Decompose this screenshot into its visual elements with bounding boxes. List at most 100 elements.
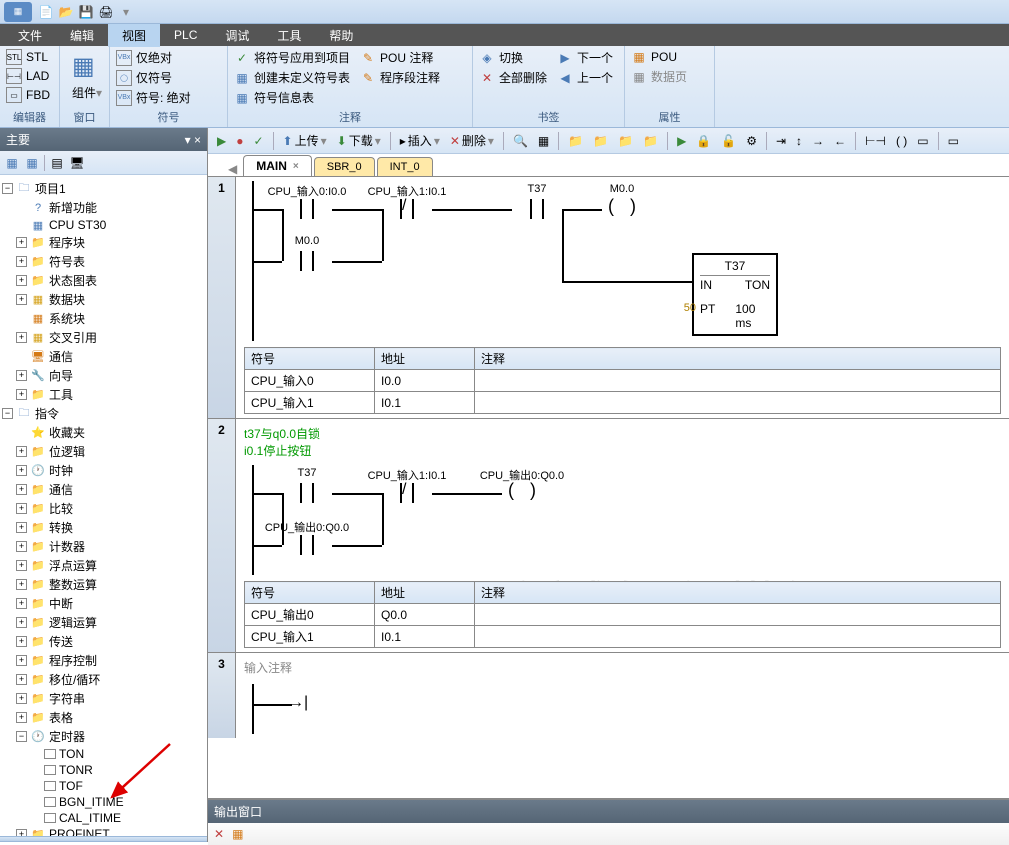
tree-item[interactable]: +🕐时钟 xyxy=(2,461,205,480)
ribbon-sym-abs[interactable]: VBx符号: 绝对 xyxy=(114,88,193,107)
et-icon-16[interactable]: ↕ xyxy=(793,132,805,150)
ribbon-prop-pou[interactable]: ▦POU xyxy=(629,48,689,66)
et-icon-8[interactable]: 📁 xyxy=(590,132,611,150)
tree-item[interactable]: +📁通信 xyxy=(2,480,205,499)
ribbon-abs-only[interactable]: VBx仅绝对 xyxy=(114,48,193,67)
et-download-button[interactable]: ⬇下载 ▾ xyxy=(334,130,384,151)
et-icon-7[interactable]: 📁 xyxy=(565,132,586,150)
tab-scroll-left-icon[interactable]: ◀ xyxy=(228,162,237,176)
tree-item[interactable]: +📁中断 xyxy=(2,594,205,613)
et-icon-6[interactable]: ▦ xyxy=(535,132,552,150)
et-icon-19[interactable]: ▭ xyxy=(945,132,962,150)
menu-view[interactable]: 视图 xyxy=(108,24,160,47)
output-clear-icon[interactable]: ✕ xyxy=(214,827,224,841)
et-icon-11[interactable]: ▶ xyxy=(674,132,689,150)
net3-comment-placeholder[interactable]: 输入注释 xyxy=(244,657,1001,684)
tree-timer-item[interactable]: TON xyxy=(2,746,205,762)
tree-timer-item[interactable]: TONR xyxy=(2,762,205,778)
tab-int0[interactable]: INT_0 xyxy=(377,157,433,176)
tree-item[interactable]: +📁状态图表 xyxy=(2,271,205,290)
qat-new-button[interactable]: 📄 xyxy=(37,3,55,21)
et-coil-icon[interactable]: ( ) xyxy=(893,132,910,150)
ribbon-pou-comment[interactable]: ✎POU 注释 xyxy=(358,48,442,67)
et-icon-12[interactable]: 🔒 xyxy=(693,132,714,150)
tree-timer-item[interactable]: CAL_ITIME xyxy=(2,810,205,826)
menu-plc[interactable]: PLC xyxy=(160,25,211,45)
net2-contact-1[interactable]: T37 xyxy=(282,483,332,503)
net1-contact-4[interactable]: M0.0 xyxy=(282,251,332,271)
tb-icon-4[interactable]: 🖥 xyxy=(69,155,85,171)
tree-item[interactable]: ⭐收藏夹 xyxy=(2,423,205,442)
et-stop-button[interactable]: ● xyxy=(233,132,246,150)
et-icon-14[interactable]: ⚙ xyxy=(743,132,760,150)
tab-sbr0[interactable]: SBR_0 xyxy=(314,157,375,176)
et-icon-18[interactable]: ← xyxy=(831,132,849,150)
net2-comment[interactable]: t37与q0.0自锁i0.1停止按钮 xyxy=(244,423,1001,465)
tree-item[interactable]: +📁PROFINET xyxy=(2,826,205,836)
ribbon-sym-only[interactable]: ◯仅符号 xyxy=(114,68,193,87)
et-insert-button[interactable]: ▸插入 ▾ xyxy=(397,130,443,151)
tree-item[interactable]: +📁传送 xyxy=(2,632,205,651)
tree-item[interactable]: +📁转换 xyxy=(2,518,205,537)
table-row[interactable]: CPU_输入1I0.1 xyxy=(245,626,1001,648)
tb-icon-3[interactable]: ▤ xyxy=(49,155,65,171)
et-box-icon-button[interactable]: ▭ xyxy=(914,132,931,150)
ribbon-bm-toggle[interactable]: ◈切换 xyxy=(477,48,549,67)
ribbon-component-button[interactable]: ▦ 组件▾ xyxy=(64,48,112,105)
ribbon-create-undef[interactable]: ▦创建未定义符号表 xyxy=(232,68,352,87)
et-run-button[interactable]: ▶ xyxy=(214,132,229,150)
qat-print-button[interactable]: 🖨 xyxy=(97,3,115,21)
tree-item[interactable]: ▦系统块 xyxy=(2,309,205,328)
ribbon-sym-info[interactable]: ▦符号信息表 xyxy=(232,88,352,107)
net1-contact-2[interactable]: CPU_输入1:I0.1/ xyxy=(382,199,432,219)
ribbon-bm-prev[interactable]: ◀上一个 xyxy=(555,68,615,87)
ribbon-lad-button[interactable]: ⊢⊣LAD xyxy=(4,67,52,85)
tree-item[interactable]: +📁工具 xyxy=(2,385,205,404)
ribbon-prop-data[interactable]: ▦数据页 xyxy=(629,67,689,86)
ribbon-fbd-button[interactable]: ▭FBD xyxy=(4,86,52,104)
net2-coil[interactable]: CPU_输出0:Q0.0 xyxy=(502,483,542,503)
et-icon-5[interactable]: 🔍 xyxy=(510,132,531,150)
tree-item[interactable]: +📁字符串 xyxy=(2,689,205,708)
net1-contact-3[interactable]: T37 xyxy=(512,199,562,219)
menu-help[interactable]: 帮助 xyxy=(315,24,367,47)
net1-coil[interactable]: M0.0 xyxy=(602,199,642,219)
menu-file[interactable]: 文件 xyxy=(4,24,56,47)
ribbon-stl-button[interactable]: STLSTL xyxy=(4,48,52,66)
tree-project-root[interactable]: −🗀项目1 xyxy=(2,179,205,198)
sidebar-splitter[interactable] xyxy=(0,836,207,842)
net2-contact-2[interactable]: CPU_输入1:I0.1/ xyxy=(382,483,432,503)
et-delete-button[interactable]: ✕删除 ▾ xyxy=(447,130,497,151)
tree-timer-folder[interactable]: −🕐定时器 xyxy=(2,727,205,746)
tree-item[interactable]: +📁程序块 xyxy=(2,233,205,252)
tree-item[interactable]: +🔧向导 xyxy=(2,366,205,385)
tree-item[interactable]: +📁整数运算 xyxy=(2,575,205,594)
et-icon-9[interactable]: 📁 xyxy=(615,132,636,150)
menu-edit[interactable]: 编辑 xyxy=(56,24,108,47)
tree-item[interactable]: +📁逻辑运算 xyxy=(2,613,205,632)
output-copy-icon[interactable]: ▦ xyxy=(232,827,243,841)
ribbon-seg-comment[interactable]: ✎程序段注释 xyxy=(358,68,442,87)
tb-icon-1[interactable]: ▦ xyxy=(4,155,20,171)
et-upload-button[interactable]: ⬆上传 ▾ xyxy=(280,130,330,151)
tree-item[interactable]: +📁位逻辑 xyxy=(2,442,205,461)
table-row[interactable]: CPU_输入1I0.1 xyxy=(245,392,1001,414)
panel-menu-icon[interactable]: ▾ × xyxy=(185,133,201,147)
tree-instructions-root[interactable]: −🗀指令 xyxy=(2,404,205,423)
tree-item[interactable]: +📁程序控制 xyxy=(2,651,205,670)
project-tree[interactable]: −🗀项目1 ?新增功能▦CPU ST30+📁程序块+📁符号表+📁状态图表+▦数据… xyxy=(0,175,207,836)
table-row[interactable]: CPU_输入0I0.0 xyxy=(245,370,1001,392)
tab-main[interactable]: MAIN× xyxy=(243,155,312,176)
tree-item[interactable]: +📁浮点运算 xyxy=(2,556,205,575)
tb-icon-2[interactable]: ▦ xyxy=(24,155,40,171)
tree-timer-item[interactable]: TOF xyxy=(2,778,205,794)
tree-item[interactable]: +▦交叉引用 xyxy=(2,328,205,347)
menu-debug[interactable]: 调试 xyxy=(211,24,263,47)
qat-dropdown-icon[interactable]: ▾ xyxy=(117,3,135,21)
ladder-canvas[interactable]: 安宏盛自动化科技有限公司 1 CPU_输入0:I0.0 CPU_输入1:I0.1… xyxy=(208,176,1009,798)
net1-timer-box[interactable]: T37 INTON 50 PT100 ms xyxy=(692,253,778,336)
et-compile-button[interactable]: ✓ xyxy=(250,132,266,150)
et-icon-15[interactable]: ⇥ xyxy=(773,132,789,150)
qat-open-button[interactable]: 📂 xyxy=(57,3,75,21)
et-icon-10[interactable]: 📁 xyxy=(640,132,661,150)
